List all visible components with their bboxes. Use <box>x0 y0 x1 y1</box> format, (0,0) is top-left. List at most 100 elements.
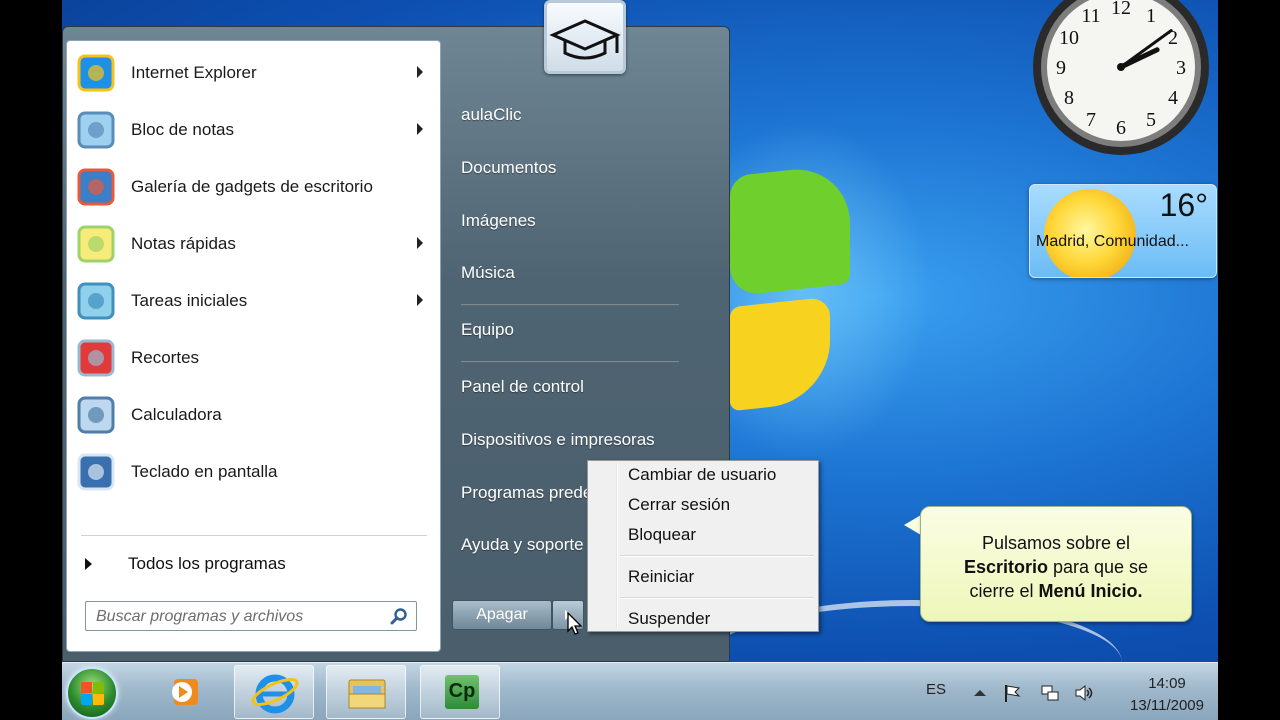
tutorial-callout: Pulsamos sobre el Escritorio para que se… <box>920 506 1192 622</box>
callout-bold-escritorio: Escritorio <box>963 557 1048 577</box>
jump-list-arrow-icon[interactable] <box>417 294 423 306</box>
explorer-icon <box>348 679 386 709</box>
captivate-label: Cp <box>448 680 476 702</box>
submenu-item[interactable]: Suspender <box>628 609 710 629</box>
program-item[interactable]: Galería de gadgets de escritorio <box>73 161 433 213</box>
clock-numeral: 9 <box>1056 57 1066 79</box>
program-item[interactable]: Teclado en pantalla <box>73 446 433 498</box>
desktop[interactable]: 12 1 2 3 4 5 6 7 8 9 10 11 16° Madrid, Comunidad...… <box>62 0 1218 662</box>
divider <box>461 361 679 363</box>
action-center-flag-icon[interactable] <box>1002 683 1022 703</box>
clock-numeral: 11 <box>1081 5 1100 27</box>
windows-flag-icon <box>81 682 92 693</box>
clock-numeral: 8 <box>1064 87 1074 109</box>
weather-temperature: 16° <box>1159 187 1208 223</box>
submenu-item[interactable]: Cerrar sesión <box>628 495 730 515</box>
program-label: Recortes <box>131 348 200 367</box>
places-item[interactable]: Dispositivos e impresoras <box>461 430 655 450</box>
volume-icon[interactable] <box>1074 683 1094 703</box>
search-box[interactable] <box>85 601 417 631</box>
windows-flag-icon <box>81 694 92 705</box>
taskbar-explorer[interactable] <box>326 665 406 719</box>
language-indicator[interactable]: ES <box>926 681 946 698</box>
program-item[interactable]: Bloc de notas <box>73 104 433 156</box>
taskbar-media-player[interactable] <box>146 665 226 719</box>
sticky-notes-icon <box>73 221 119 267</box>
all-programs-label: Todos los programas <box>128 554 286 573</box>
clock-gadget[interactable]: 12 1 2 3 4 5 6 7 8 9 10 11 <box>1028 0 1214 160</box>
shutdown-submenu: Cambiar de usuario Cerrar sesión Bloquear R… <box>587 460 819 632</box>
clock-numeral: 1 <box>1146 5 1156 27</box>
mouse-cursor-icon <box>567 612 583 635</box>
divider <box>81 535 427 536</box>
program-label: Calculadora <box>131 405 222 424</box>
clock-time: 14:09 <box>1148 675 1186 692</box>
captivate-icon: Cp <box>445 675 479 709</box>
submenu-item[interactable]: Bloquear <box>628 525 696 545</box>
calculator-icon <box>73 392 119 438</box>
clock-numeral: 6 <box>1116 117 1126 139</box>
program-item[interactable]: Recortes <box>73 332 433 384</box>
show-hidden-icons-icon[interactable] <box>970 683 990 703</box>
getting-started-icon <box>73 278 119 324</box>
user-picture[interactable] <box>544 0 626 74</box>
menu-gutter <box>616 463 618 629</box>
keyboard-icon <box>73 449 119 495</box>
clock-numeral: 3 <box>1176 57 1186 79</box>
all-programs-button[interactable]: Todos los programas <box>81 547 421 581</box>
media-player-icon <box>172 679 198 705</box>
start-menu-programs-pane: Internet Explorer Bloc de notas Galería de… <box>66 40 441 652</box>
program-item[interactable]: Tareas iniciales <box>73 275 433 327</box>
places-item[interactable]: Documentos <box>461 158 556 178</box>
callout-text-2: para que se <box>1047 557 1149 577</box>
program-label: Notas rápidas <box>131 234 236 253</box>
places-item[interactable]: Panel de control <box>461 377 584 397</box>
taskbar-internet-explorer[interactable] <box>234 665 314 719</box>
shutdown-button[interactable]: Apagar <box>452 600 552 630</box>
internet-explorer-icon <box>251 674 299 714</box>
windows-flag-icon <box>93 682 104 693</box>
clock-numeral: 12 <box>1111 0 1131 19</box>
weather-gadget[interactable]: 16° Madrid, Comunidad... <box>1029 184 1217 278</box>
submenu-divider <box>620 555 814 557</box>
screen: 12 1 2 3 4 5 6 7 8 9 10 11 16° Madrid, Comunidad...… <box>62 0 1218 720</box>
submenu-divider <box>620 597 814 599</box>
snipping-tool-icon <box>73 335 119 381</box>
clock-numeral: 4 <box>1168 87 1178 109</box>
notepad-icon <box>73 107 119 153</box>
clock-numeral: 10 <box>1059 27 1079 49</box>
windows-flag-icon <box>93 694 104 705</box>
taskbar-captivate[interactable]: Cp <box>420 665 500 719</box>
clock-icon: 12 1234567891011 <box>1033 0 1209 155</box>
divider <box>461 304 679 306</box>
places-item[interactable]: Imágenes <box>461 211 536 231</box>
program-label: Galería de gadgets de escritorio <box>131 177 373 196</box>
network-icon[interactable] <box>1040 683 1060 703</box>
program-item[interactable]: Calculadora <box>73 389 433 441</box>
program-label: Tareas iniciales <box>131 291 248 310</box>
gadgets-icon <box>73 164 119 210</box>
program-label: Internet Explorer <box>131 63 257 82</box>
program-item[interactable]: Internet Explorer <box>73 47 433 99</box>
windows-logo-green-pane <box>730 163 850 297</box>
places-item[interactable]: Música <box>461 263 515 283</box>
system-clock[interactable]: 14:09 13/11/2009 <box>1122 673 1212 717</box>
search-icon[interactable] <box>390 607 408 625</box>
callout-text-1: Pulsamos sobre el <box>981 533 1131 553</box>
internet-explorer-icon <box>73 50 119 96</box>
submenu-item[interactable]: Reiniciar <box>628 567 694 587</box>
callout-text-3: cierre el <box>969 581 1039 601</box>
start-button[interactable] <box>66 667 118 719</box>
jump-list-arrow-icon[interactable] <box>417 123 423 135</box>
weather-city: Madrid, Comunidad... <box>1036 233 1189 250</box>
places-item[interactable]: aulaClic <box>461 105 521 125</box>
places-item[interactable]: Equipo <box>461 320 514 340</box>
clock-numeral: 7 <box>1086 109 1096 131</box>
jump-list-arrow-icon[interactable] <box>417 237 423 249</box>
clock-numeral: 5 <box>1146 109 1156 131</box>
jump-list-arrow-icon[interactable] <box>417 66 423 78</box>
callout-bold-menu-inicio: Menú Inicio. <box>1038 581 1143 601</box>
program-item[interactable]: Notas rápidas <box>73 218 433 270</box>
search-input[interactable] <box>94 606 378 628</box>
submenu-item[interactable]: Cambiar de usuario <box>628 465 776 485</box>
